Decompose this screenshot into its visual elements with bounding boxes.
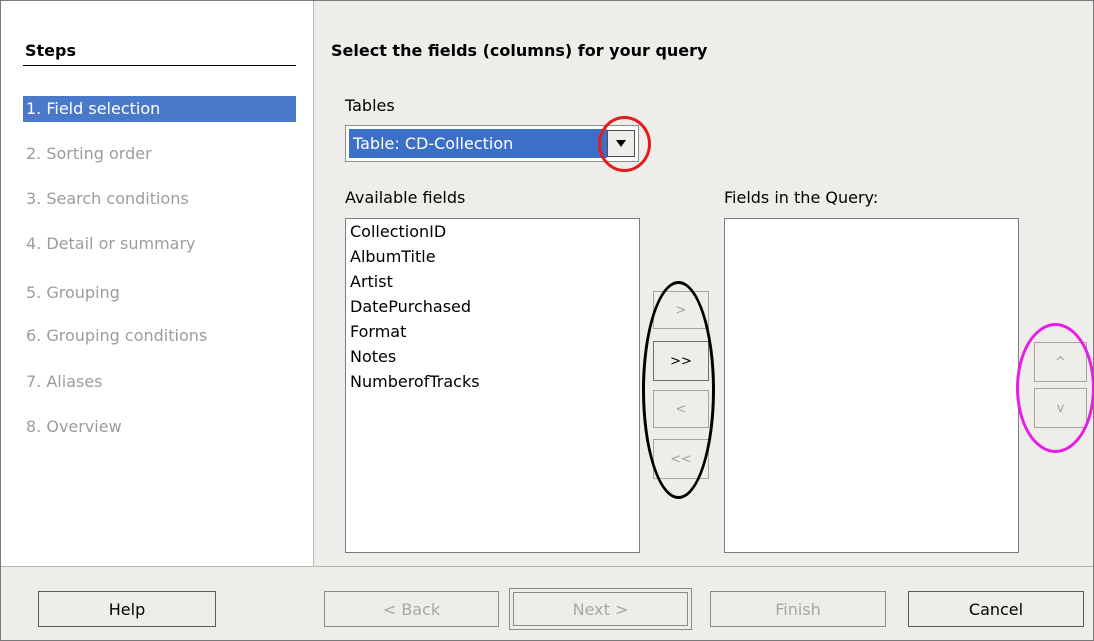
list-item[interactable]: AlbumTitle: [350, 247, 436, 267]
tables-label: Tables: [345, 96, 395, 115]
step-grouping-conditions[interactable]: 6. Grouping conditions: [23, 323, 296, 349]
available-fields-list[interactable]: CollectionID AlbumTitle Artist DatePurch…: [345, 218, 640, 553]
step-grouping[interactable]: 5. Grouping: [23, 280, 296, 306]
cancel-button[interactable]: Cancel: [908, 591, 1084, 627]
next-button-label: Next >: [572, 599, 629, 619]
next-button[interactable]: Next >: [509, 588, 692, 630]
list-item[interactable]: Notes: [350, 347, 396, 367]
cancel-button-label: Cancel: [968, 599, 1024, 619]
step-overview[interactable]: 8. Overview: [23, 414, 296, 440]
query-fields-list[interactable]: [724, 218, 1019, 553]
list-item[interactable]: Artist: [350, 272, 393, 292]
step-aliases[interactable]: 7. Aliases: [23, 369, 296, 395]
red-annotation-ellipse: [598, 116, 651, 172]
step-sorting-order[interactable]: 2. Sorting order: [23, 141, 296, 167]
step-field-selection[interactable]: 1. Field selection: [23, 96, 296, 122]
list-item[interactable]: Format: [350, 322, 406, 342]
query-fields-label: Fields in the Query:: [724, 188, 879, 207]
steps-title: Steps: [25, 41, 76, 60]
tables-select[interactable]: Table: CD-Collection: [345, 125, 639, 162]
steps-pane: Steps 1. Field selection 2. Sorting orde…: [1, 1, 314, 566]
available-fields-label: Available fields: [345, 188, 466, 207]
query-wizard-dialog: Steps 1. Field selection 2. Sorting orde…: [0, 0, 1094, 641]
step-search-conditions[interactable]: 3. Search conditions: [23, 186, 296, 212]
back-button-label: < Back: [382, 599, 441, 619]
magenta-annotation-ellipse: [1016, 323, 1094, 453]
list-item[interactable]: NumberofTracks: [350, 372, 480, 392]
page-title: Select the fields (columns) for your que…: [331, 41, 708, 60]
back-button[interactable]: < Back: [324, 591, 499, 627]
help-button-label: Help: [108, 599, 146, 619]
black-annotation-ellipse: [642, 281, 715, 499]
list-item[interactable]: CollectionID: [350, 222, 446, 242]
dialog-footer: Help < Back Next > Finish Cancel: [1, 566, 1093, 641]
list-item[interactable]: DatePurchased: [350, 297, 471, 317]
step-detail-or-summary[interactable]: 4. Detail or summary: [23, 231, 296, 257]
help-button[interactable]: Help: [38, 591, 216, 627]
tables-selected-value: Table: CD-Collection: [349, 129, 607, 158]
steps-divider: [23, 65, 296, 66]
finish-button[interactable]: Finish: [710, 591, 886, 627]
finish-button-label: Finish: [775, 599, 821, 619]
